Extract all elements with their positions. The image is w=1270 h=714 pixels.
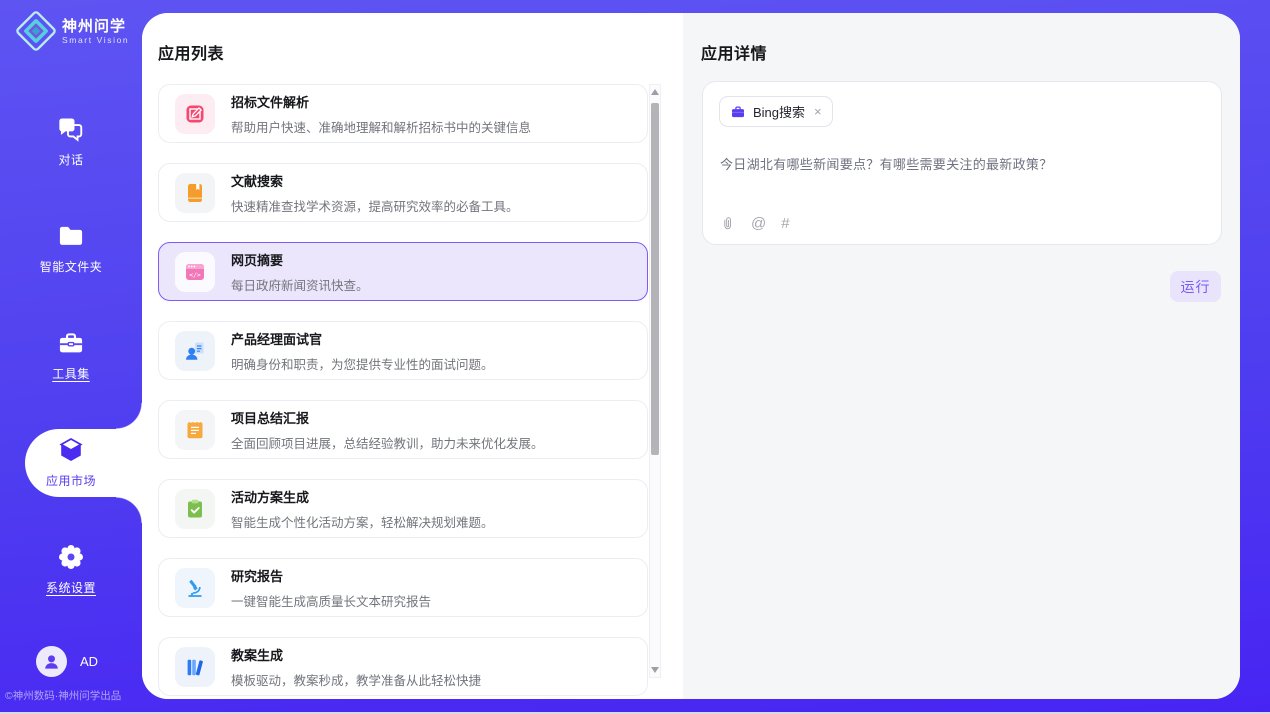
- app-card-icon-tile: [175, 252, 215, 292]
- hash-icon: #: [781, 215, 789, 232]
- app-card-title: 研究报告: [231, 566, 431, 585]
- avatar: [36, 646, 67, 677]
- app-list-panel: 应用列表 招标文件解析 帮助用户快速、准确地理解和解析招标书中的关键信息 文献搜…: [142, 13, 683, 699]
- app-card-title: 网页摘要: [231, 250, 369, 269]
- app-card-title: 活动方案生成: [231, 487, 494, 506]
- book-icon: [183, 181, 207, 205]
- briefcase-icon: [730, 104, 746, 120]
- sidebar-item-label: 智能文件夹: [40, 258, 103, 275]
- person-icon: [41, 651, 62, 672]
- microscope-icon: [183, 576, 207, 600]
- scrollbar[interactable]: [649, 84, 661, 678]
- sidebar-item-app-market[interactable]: 应用市场: [0, 409, 142, 516]
- brand-name: 神州问学: [62, 18, 129, 35]
- app-list-title: 应用列表: [158, 40, 224, 64]
- gear-icon: [57, 543, 85, 571]
- toolbox-icon: [57, 329, 85, 357]
- app-card-desc: 每日政府新闻资讯快查。: [231, 275, 369, 294]
- sidebar-item-label: 系统设置: [46, 579, 96, 596]
- mention-button[interactable]: @: [751, 215, 766, 232]
- user-initials: AD: [80, 654, 98, 669]
- app-card-title: 产品经理面试官: [231, 329, 494, 348]
- interviewer-icon: [183, 339, 207, 363]
- app-window: 神州问学 Smart Vision 对话 智能文件夹 工具集 应用市场: [0, 0, 1270, 714]
- prompt-input[interactable]: Bing搜索 × 今日湖北有哪些新闻要点？有哪些需要关注的最新政策？ @ #: [702, 81, 1222, 245]
- app-card-title: 项目总结汇报: [231, 408, 544, 427]
- sidebar: 神州问学 Smart Vision 对话 智能文件夹 工具集 应用市场: [0, 0, 142, 714]
- scrollbar-track[interactable]: [650, 95, 660, 667]
- app-card-icon-tile: [175, 647, 215, 687]
- app-card-desc: 一键智能生成高质量长文本研究报告: [231, 591, 431, 610]
- content-area: 应用列表 招标文件解析 帮助用户快速、准确地理解和解析招标书中的关键信息 文献搜…: [142, 13, 1240, 699]
- app-card-icon-tile: [175, 331, 215, 371]
- sidebar-item-label: 应用市场: [46, 472, 96, 489]
- app-card-icon-tile: [175, 568, 215, 608]
- diamond-logo-icon: [16, 11, 56, 51]
- app-card[interactable]: 产品经理面试官 明确身份和职责，为您提供专业性的面试问题。: [158, 321, 648, 380]
- report-note-icon: [183, 418, 207, 442]
- sidebar-item-toolset[interactable]: 工具集: [0, 302, 142, 409]
- app-card[interactable]: 活动方案生成 智能生成个性化活动方案，轻松解决规划难题。: [158, 479, 648, 538]
- app-card-list: 招标文件解析 帮助用户快速、准确地理解和解析招标书中的关键信息 文献搜索 快速精…: [158, 84, 648, 699]
- brand-text: 神州问学 Smart Vision: [62, 18, 129, 45]
- run-button[interactable]: 运行: [1170, 271, 1221, 302]
- user-account[interactable]: AD: [36, 646, 98, 677]
- app-card-desc: 快速精准查找学术资源，提高研究效率的必备工具。: [231, 196, 519, 215]
- app-card-desc: 智能生成个性化活动方案，轻松解决规划难题。: [231, 512, 494, 531]
- app-card-desc: 模板驱动，教案秒成，教学准备从此轻松快捷: [231, 670, 481, 689]
- app-detail-panel: 应用详情 Bing搜索 × 今日湖北有哪些新闻要点？有哪些需要关注的最新政策？ …: [683, 13, 1240, 699]
- tag-button[interactable]: #: [781, 215, 789, 232]
- chat-icon: [57, 115, 85, 143]
- app-card[interactable]: 网页摘要 每日政府新闻资讯快查。: [158, 242, 648, 301]
- app-card-icon-tile: [175, 94, 215, 134]
- app-card[interactable]: 研究报告 一键智能生成高质量长文本研究报告: [158, 558, 648, 617]
- app-card[interactable]: 文献搜索 快速精准查找学术资源，提高研究效率的必备工具。: [158, 163, 648, 222]
- app-card-title: 教案生成: [231, 645, 481, 664]
- paperclip-icon: [719, 215, 736, 232]
- app-card-title: 文献搜索: [231, 171, 519, 190]
- tool-chip-label: Bing搜索: [753, 102, 805, 121]
- brand-subtitle: Smart Vision: [62, 35, 129, 45]
- app-card[interactable]: 招标文件解析 帮助用户快速、准确地理解和解析招标书中的关键信息: [158, 84, 648, 143]
- scrollbar-thumb[interactable]: [651, 103, 659, 455]
- app-card-icon-tile: [175, 410, 215, 450]
- app-card-desc: 全面回顾项目进展，总结经验教训，助力未来优化发展。: [231, 433, 544, 452]
- input-toolbar: @ #: [719, 215, 790, 232]
- app-detail-title: 应用详情: [701, 40, 767, 64]
- close-icon[interactable]: ×: [814, 104, 822, 119]
- scroll-down-arrow-icon[interactable]: [651, 667, 659, 673]
- app-card-icon-tile: [175, 173, 215, 213]
- query-text: 今日湖北有哪些新闻要点？有哪些需要关注的最新政策？: [720, 154, 1205, 173]
- app-card-desc: 明确身份和职责，为您提供专业性的面试问题。: [231, 354, 494, 373]
- app-card-desc: 帮助用户快速、准确地理解和解析招标书中的关键信息: [231, 117, 531, 136]
- app-card[interactable]: 教案生成 模板驱动，教案秒成，教学准备从此轻松快捷: [158, 637, 648, 696]
- sidebar-item-label: 工具集: [52, 365, 90, 382]
- sidebar-item-chat[interactable]: 对话: [0, 88, 142, 195]
- attach-button[interactable]: [719, 215, 736, 232]
- sidebar-item-label: 对话: [58, 151, 83, 168]
- sidebar-nav: 对话 智能文件夹 工具集 应用市场 系统设置: [0, 88, 142, 623]
- app-card[interactable]: 项目总结汇报 全面回顾项目进展，总结经验教训，助力未来优化发展。: [158, 400, 648, 459]
- at-icon: @: [751, 215, 766, 232]
- app-card-icon-tile: [175, 489, 215, 529]
- app-card-title: 招标文件解析: [231, 92, 531, 111]
- cube-icon: [57, 436, 85, 464]
- copyright-text: ©神州数码·神州问学出品: [5, 688, 121, 703]
- edit-document-icon: [183, 102, 207, 126]
- clipboard-check-icon: [183, 497, 207, 521]
- tool-chip-bing-search[interactable]: Bing搜索 ×: [719, 96, 833, 127]
- webpage-icon: [183, 260, 207, 284]
- books-icon: [183, 655, 207, 679]
- sidebar-item-settings[interactable]: 系统设置: [0, 516, 142, 623]
- folder-icon: [57, 222, 85, 250]
- brand-logo: 神州问学 Smart Vision: [16, 11, 129, 51]
- sidebar-item-smart-folder[interactable]: 智能文件夹: [0, 195, 142, 302]
